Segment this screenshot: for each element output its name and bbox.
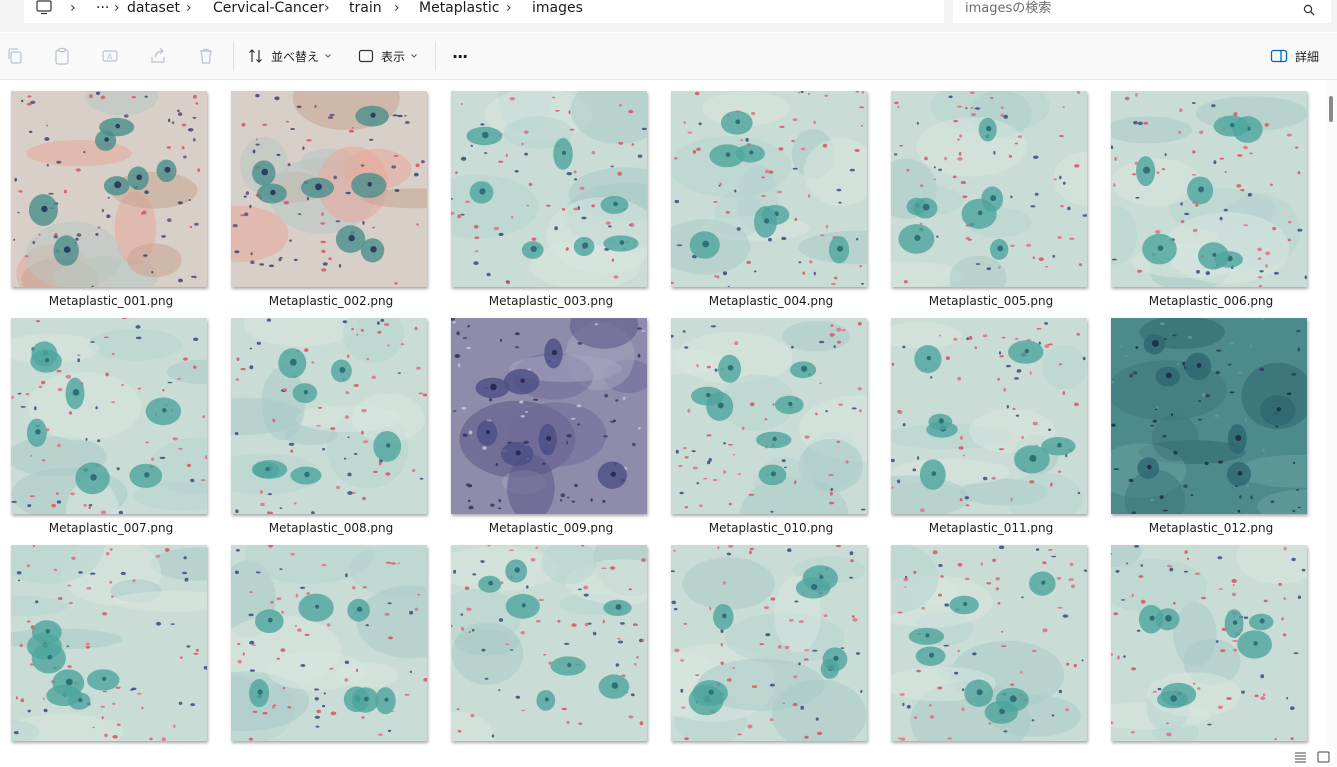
details-label: 詳細 (1295, 49, 1320, 64)
image-thumbnail[interactable] (671, 318, 867, 514)
breadcrumb-overflow[interactable]: ··· (96, 0, 109, 17)
chevron-right-icon: › (186, 0, 192, 16)
file-name: Metaplastic_001.png (48, 294, 174, 308)
chevron-right-icon: › (394, 0, 400, 16)
view-icon (358, 49, 374, 63)
toolbar-divider (435, 41, 436, 71)
image-thumbnail[interactable] (11, 318, 207, 514)
details-button[interactable]: 詳細 (1270, 41, 1319, 71)
more-options-button[interactable]: ··· (452, 41, 468, 71)
image-thumbnail[interactable] (451, 545, 647, 741)
toolbar-divider (233, 41, 234, 71)
image-thumbnail[interactable] (231, 318, 427, 514)
rename-icon[interactable]: A (101, 47, 119, 65)
breadcrumb-item-metaplastic[interactable]: Metaplastic (419, 0, 500, 17)
chevron-right-icon: › (70, 0, 76, 16)
thumbnail-view-icon[interactable] (1317, 748, 1330, 767)
breadcrumb-item-dataset[interactable]: dataset (127, 0, 180, 17)
file-name: Metaplastic_012.png (1148, 521, 1274, 535)
file-grid: Metaplastic_001.png Metaplastic_002.png Me… (0, 80, 1326, 766)
image-thumbnail[interactable] (231, 545, 427, 741)
image-thumbnail[interactable] (11, 91, 207, 287)
chevron-right-icon: › (114, 0, 120, 16)
search-box[interactable] (953, 0, 1331, 23)
file-name: Metaplastic_003.png (488, 294, 614, 308)
image-thumbnail[interactable] (671, 91, 867, 287)
view-label: 表示 (381, 49, 406, 64)
sort-button[interactable]: 並べ替え (248, 41, 339, 71)
image-thumbnail[interactable] (891, 91, 1087, 287)
image-thumbnail[interactable] (1111, 545, 1307, 741)
image-thumbnail[interactable] (1111, 318, 1307, 514)
file-name: Metaplastic_004.png (708, 294, 834, 308)
delete-icon[interactable] (197, 47, 215, 65)
file-name: Metaplastic_002.png (268, 294, 394, 308)
image-thumbnail[interactable] (1111, 91, 1307, 287)
file-name: Metaplastic_007.png (48, 521, 174, 535)
search-input[interactable] (965, 0, 1285, 17)
computer-icon[interactable] (36, 0, 52, 19)
chevron-down-icon (325, 54, 331, 58)
image-thumbnail[interactable] (451, 318, 647, 514)
file-name: Metaplastic_010.png (708, 521, 834, 535)
svg-text:A: A (107, 53, 113, 62)
share-icon[interactable] (149, 47, 167, 65)
scrollbar-thumb[interactable] (1329, 96, 1333, 122)
details-pane-icon (1270, 49, 1288, 63)
image-thumbnail[interactable] (231, 91, 427, 287)
image-thumbnail[interactable] (11, 545, 207, 741)
paste-icon[interactable] (53, 47, 71, 65)
copy-icon[interactable] (6, 47, 24, 65)
sort-icon (249, 49, 262, 63)
chevron-right-icon: › (324, 0, 330, 16)
file-name: Metaplastic_011.png (928, 521, 1054, 535)
file-name: Metaplastic_009.png (488, 521, 614, 535)
file-name: Metaplastic_008.png (268, 521, 394, 535)
image-thumbnail[interactable] (891, 545, 1087, 741)
sort-label: 並べ替え (271, 49, 320, 64)
address-bar: › ··· › dataset › Cervical-Cancer › trai… (0, 0, 1337, 32)
breadcrumb[interactable]: › ··· › dataset › Cervical-Cancer › trai… (24, 0, 944, 23)
image-thumbnail[interactable] (451, 91, 647, 287)
file-name: Metaplastic_005.png (928, 294, 1054, 308)
scrollbar[interactable] (1326, 80, 1337, 766)
more-icon: ··· (452, 46, 468, 66)
command-bar: A 並べ替え 表示 ··· 詳細 (0, 33, 1337, 80)
breadcrumb-item-train[interactable]: train (349, 0, 382, 17)
breadcrumb-item-images[interactable]: images (532, 0, 583, 17)
file-name: Metaplastic_006.png (1148, 294, 1274, 308)
image-thumbnail[interactable] (891, 318, 1087, 514)
image-thumbnail[interactable] (671, 545, 867, 741)
list-view-icon[interactable] (1294, 748, 1307, 767)
chevron-down-icon (411, 54, 417, 58)
view-toggle (1290, 746, 1334, 764)
chevron-right-icon: › (506, 0, 512, 16)
breadcrumb-item-cervical-cancer[interactable]: Cervical-Cancer (213, 0, 324, 17)
search-icon[interactable] (1303, 1, 1319, 17)
view-button[interactable]: 表示 (358, 41, 425, 71)
